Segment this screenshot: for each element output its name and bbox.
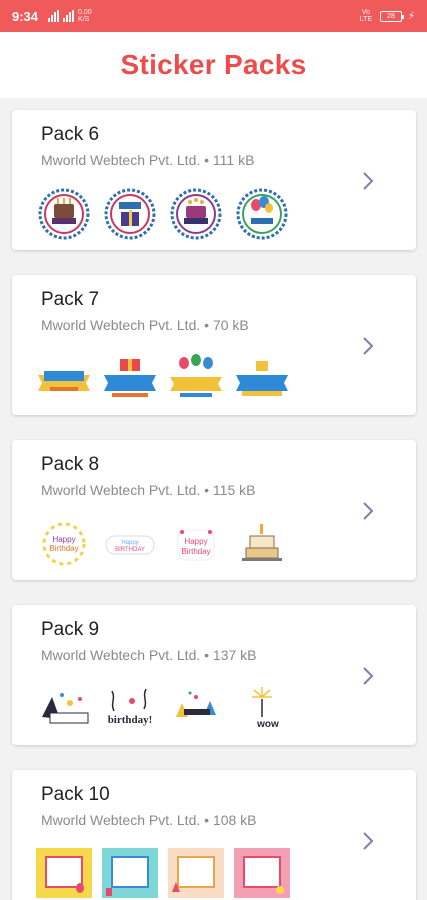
pack-meta: Mworld Webtech Pvt. Ltd. • 111 kB bbox=[41, 152, 255, 168]
sticker-pack-card[interactable]: Pack 7 Mworld Webtech Pvt. Ltd. • 70 kB bbox=[12, 275, 416, 415]
svg-text:Birthday: Birthday bbox=[49, 544, 78, 553]
birthday-frame-teal-icon bbox=[102, 848, 158, 898]
svg-text:birthday!: birthday! bbox=[108, 714, 153, 726]
birthday-cake-badge-icon bbox=[170, 188, 222, 240]
pack-name: Pack 10 bbox=[41, 784, 110, 805]
birthday-frame-pink-icon bbox=[234, 848, 290, 898]
happy-birthday-cake-ribbon-icon bbox=[236, 361, 288, 396]
svg-text:Happy: Happy bbox=[184, 537, 207, 546]
status-bar: 9:34 0.00 K/S Vo LTE 28 ⚡ bbox=[0, 0, 427, 32]
happy-birthday-hearts-icon: Happy Birthday bbox=[177, 529, 215, 561]
party-hats-confetti-icon bbox=[176, 691, 216, 717]
app-header: Sticker Packs bbox=[0, 32, 427, 98]
pack-meta: Mworld Webtech Pvt. Ltd. • 137 kB bbox=[41, 647, 257, 663]
birthday-cake-sketch-icon bbox=[242, 524, 282, 561]
network-speed: 0.00 K/S bbox=[78, 9, 92, 23]
page-title: Sticker Packs bbox=[120, 49, 307, 80]
happy-birthday-cloud-icon: Happy BIRTHDAY bbox=[105, 535, 155, 555]
svg-text:wow: wow bbox=[256, 719, 279, 730]
svg-text:Happy: Happy bbox=[52, 535, 75, 544]
birthday-frame-peach-icon bbox=[168, 848, 224, 898]
chevron-right-icon[interactable] bbox=[362, 171, 374, 191]
pack-name: Pack 6 bbox=[41, 124, 100, 145]
celebrate-party-icon bbox=[42, 693, 89, 724]
pack-name: Pack 9 bbox=[41, 619, 100, 640]
birthday-cake-badge-icon bbox=[38, 188, 90, 240]
birthday-gift-badge-icon bbox=[104, 188, 156, 240]
pack-meta: Mworld Webtech Pvt. Ltd. • 70 kB bbox=[41, 317, 249, 333]
svg-text:BIRTHDAY: BIRTHDAY bbox=[115, 547, 145, 553]
chevron-right-icon[interactable] bbox=[362, 501, 374, 521]
chevron-right-icon[interactable] bbox=[362, 336, 374, 356]
status-time: 9:34 bbox=[12, 8, 39, 24]
pack-meta: Mworld Webtech Pvt. Ltd. • 115 kB bbox=[41, 482, 256, 498]
sticker-pack-card[interactable]: Pack 10 Mworld Webtech Pvt. Ltd. • 108 k… bbox=[12, 770, 416, 900]
battery-icon: 28 bbox=[379, 10, 404, 22]
birthday-balloons-badge-icon bbox=[236, 188, 288, 240]
chevron-right-icon[interactable] bbox=[362, 831, 374, 851]
birthday-frame-yellow-icon bbox=[36, 848, 92, 898]
chevron-right-icon[interactable] bbox=[362, 666, 374, 686]
signal-icon bbox=[48, 10, 60, 22]
happy-birthday-ribbon-icon bbox=[38, 371, 90, 391]
happy-birthday-stars-icon: Happy Birthday bbox=[42, 522, 86, 566]
svg-text:Happy: Happy bbox=[121, 540, 138, 546]
pack-name: Pack 8 bbox=[41, 454, 100, 475]
charging-icon: ⚡ bbox=[407, 10, 415, 22]
svg-text:Birthday: Birthday bbox=[181, 547, 210, 556]
sticker-pack-card[interactable]: Pack 9 Mworld Webtech Pvt. Ltd. • 137 kB… bbox=[12, 605, 416, 745]
sticker-pack-card[interactable]: Pack 6 Mworld Webtech Pvt. Ltd. • 111 kB bbox=[12, 110, 416, 250]
signal-icon bbox=[63, 10, 75, 22]
happy-birthday-gift-ribbon-icon bbox=[104, 359, 156, 397]
birthday-balloons-ribbon-icon bbox=[170, 354, 222, 397]
sticker-pack-card[interactable]: Pack 8 Mworld Webtech Pvt. Ltd. • 115 kB… bbox=[12, 440, 416, 580]
pack-meta: Mworld Webtech Pvt. Ltd. • 108 kB bbox=[41, 812, 257, 828]
fireworks-wow-icon: wow bbox=[252, 687, 279, 730]
happy-birthday-lettering-icon: birthday! bbox=[108, 688, 153, 726]
volte-badge: Vo LTE bbox=[359, 9, 373, 23]
pack-name: Pack 7 bbox=[41, 289, 100, 310]
